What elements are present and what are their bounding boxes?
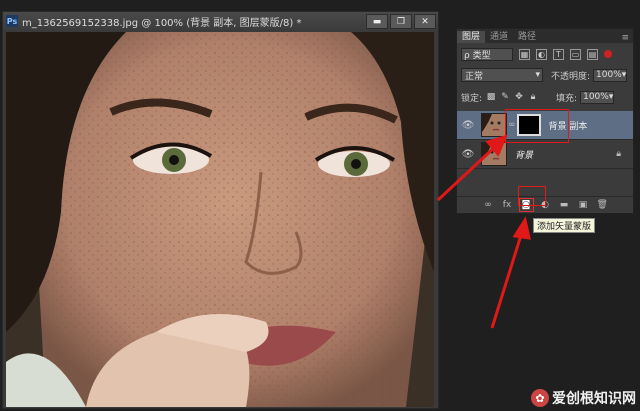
chevron-down-icon: ▾ [621, 70, 627, 80]
panel-tab-bar: 图层 通道 路径 ≡ [457, 29, 633, 43]
tab-layers[interactable]: 图层 [457, 31, 486, 43]
fill-label: 填充: [556, 93, 578, 104]
document-title-bar[interactable]: Ps m_1362569152338.jpg @ 100% (背景 副本, 图层… [3, 12, 438, 30]
opacity-field[interactable]: 100% ▾ [593, 68, 628, 82]
photoshop-icon: Ps [6, 15, 18, 27]
image-canvas[interactable] [6, 32, 434, 407]
shape-filter-icon[interactable]: ▭ [570, 48, 581, 60]
mask-highlight-box [505, 109, 569, 143]
adjustment-filter-icon[interactable]: ◐ [536, 48, 547, 60]
tab-channels[interactable]: 通道 [485, 31, 513, 43]
type-filter-icon[interactable]: T [553, 48, 564, 60]
lock-all-icon[interactable]: 🔒︎ [528, 92, 538, 102]
button-highlight-box [518, 186, 546, 206]
layer-name[interactable]: 背景 [515, 148, 533, 161]
eye-icon[interactable]: 👁︎ [461, 149, 475, 160]
lock-icon: 🔒︎ [616, 149, 621, 159]
lock-move-icon[interactable]: ✥ [514, 92, 524, 102]
fill-field[interactable]: 100% ▾ [580, 90, 615, 104]
arrow-to-button [490, 231, 524, 329]
watermark-text: 爱创根知识网 [552, 391, 636, 407]
link-icon[interactable]: ∞ [483, 200, 494, 210]
watermark: ✿ 爱创根知识网 [531, 388, 636, 408]
layer-thumbnail [481, 113, 507, 137]
opacity-label: 不透明度: [551, 71, 591, 82]
fx-icon[interactable]: fx [502, 200, 513, 210]
layer-thumbnail [481, 142, 507, 166]
document-title: m_1362569152338.jpg @ 100% (背景 副本, 图层蒙版/… [22, 17, 302, 29]
chevron-down-icon: ▾ [535, 70, 540, 80]
chevron-down-icon: ▾ [608, 92, 614, 102]
blend-mode-select[interactable]: 正常 ▾ [461, 68, 543, 82]
document-window: Ps m_1362569152338.jpg @ 100% (背景 副本, 图层… [2, 11, 439, 409]
new-layer-icon[interactable]: ▣ [578, 200, 589, 210]
minimize-button[interactable]: ▬ [366, 14, 388, 29]
fill-value: 100% [583, 92, 609, 102]
smart-object-filter-icon[interactable]: ▤ [587, 48, 598, 60]
blend-mode-value: 正常 [465, 71, 484, 82]
layer-row-background[interactable]: 👁︎ 背景 🔒︎ [457, 140, 633, 169]
portrait-photo [6, 32, 434, 407]
filter-toggle-icon[interactable] [604, 50, 612, 58]
filter-kind-select[interactable]: ρ 类型 [461, 47, 513, 61]
lock-transparent-icon[interactable]: ▩ [486, 92, 496, 102]
folder-icon[interactable]: ▬ [559, 200, 570, 210]
trash-icon[interactable]: 🗑︎ [597, 200, 608, 210]
tab-paths[interactable]: 路径 [513, 31, 541, 43]
pixel-filter-icon[interactable]: ▦ [519, 48, 530, 60]
lock-label: 锁定: [461, 93, 483, 104]
panel-menu-icon[interactable]: ≡ [621, 33, 629, 43]
close-button[interactable]: ✕ [414, 14, 436, 29]
arrow-head [512, 216, 531, 240]
eye-icon[interactable]: 👁︎ [461, 120, 475, 131]
restore-button[interactable]: ❐ [390, 14, 412, 29]
opacity-value: 100% [596, 70, 622, 80]
lock-brush-icon[interactable]: ✎ [500, 92, 510, 102]
watermark-logo-icon: ✿ [531, 389, 549, 407]
tooltip: 添加矢量蒙版 [533, 218, 596, 233]
